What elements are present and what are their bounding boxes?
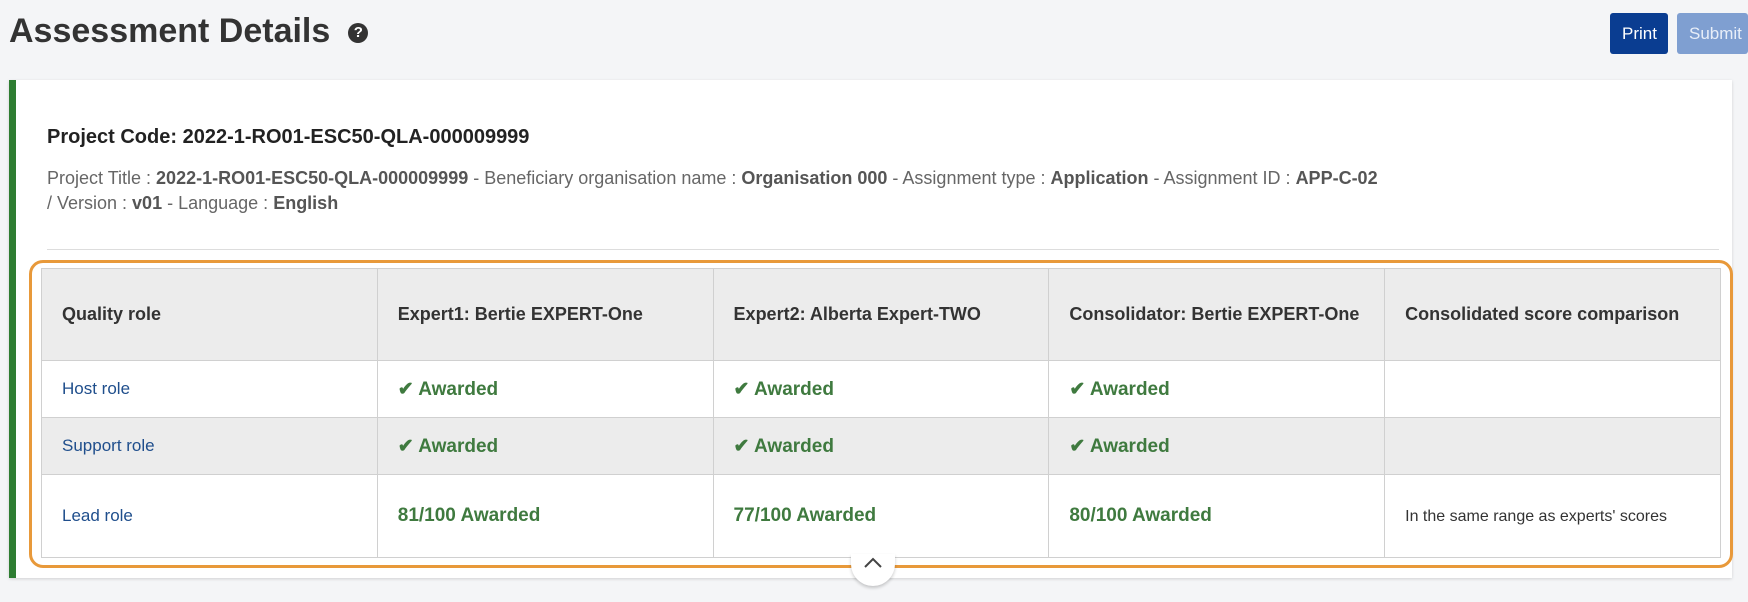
project-code: Project Code: 2022-1-RO01-ESC50-QLA-0000… xyxy=(47,126,530,148)
project-title-label: Project Title : xyxy=(47,168,157,188)
org-value: Organisation 000 xyxy=(741,168,888,188)
type-label: - Assignment type : xyxy=(887,168,1051,188)
version-label: / Version : xyxy=(47,193,133,213)
project-meta: Project Title : 2022-1-RO01-ESC50-QLA-00… xyxy=(47,166,1647,216)
help-icon[interactable]: ? xyxy=(348,22,369,43)
chevron-up-icon xyxy=(864,557,882,568)
language-value: English xyxy=(273,193,339,213)
assessment-card: Project Code: 2022-1-RO01-ESC50-QLA-0000… xyxy=(9,80,1733,578)
page-title: Assessment Details ? xyxy=(9,12,369,51)
page-header: Assessment Details ? Print Submit xyxy=(0,0,1748,70)
divider xyxy=(47,249,1719,250)
type-value: Application xyxy=(1050,168,1149,188)
collapse-button[interactable] xyxy=(851,554,895,586)
org-label: - Beneficiary organisation name : xyxy=(468,168,742,188)
id-value: APP-C-02 xyxy=(1295,168,1378,188)
highlight-frame xyxy=(29,260,1733,568)
id-label: - Assignment ID : xyxy=(1148,168,1296,188)
page-title-text: Assessment Details xyxy=(9,12,331,50)
version-value: v01 xyxy=(132,193,163,213)
language-label: - Language : xyxy=(162,193,274,213)
submit-button[interactable]: Submit xyxy=(1677,13,1748,54)
print-button[interactable]: Print xyxy=(1610,13,1668,54)
project-title-value: 2022-1-RO01-ESC50-QLA-000009999 xyxy=(156,168,469,188)
